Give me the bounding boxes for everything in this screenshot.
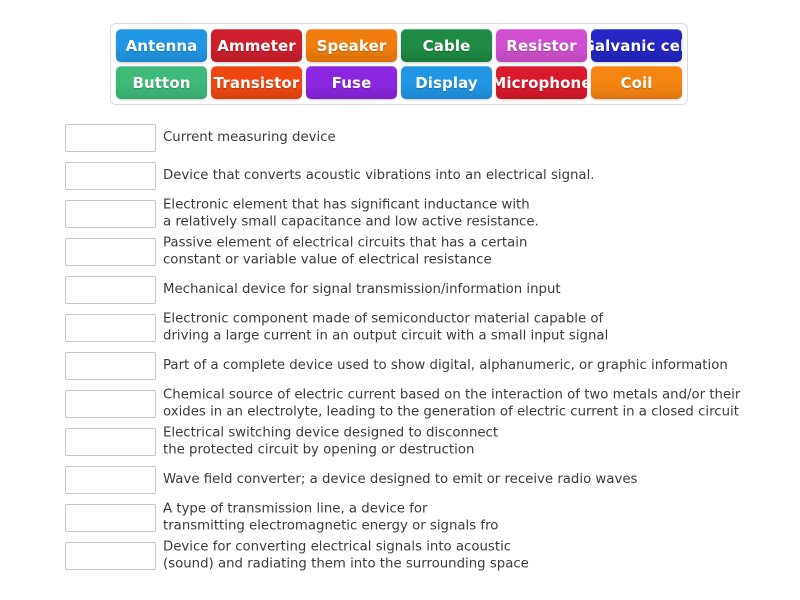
word-tile[interactable]: Button [116,66,207,99]
definition-row: A type of transmission line, a device fo… [0,499,800,537]
definition-row: Current measuring device [0,119,800,157]
definition-row: Passive element of electrical circuits t… [0,233,800,271]
word-tile[interactable]: Coil [591,66,682,99]
word-tile[interactable]: Galvanic cell [591,29,682,62]
definition-row: Part of a complete device used to show d… [0,347,800,385]
definition-text: Electronic component made of semiconduct… [163,311,609,344]
definition-text: Device that converts acoustic vibrations… [163,167,595,183]
word-tile[interactable]: Fuse [306,66,397,99]
definition-text: Device for converting electrical signals… [163,539,529,572]
definition-row: Electrical switching device designed to … [0,423,800,461]
answer-drop-box[interactable] [65,542,156,570]
definition-row: Electronic component made of semiconduct… [0,309,800,347]
answer-drop-box[interactable] [65,390,156,418]
word-tile[interactable]: Resistor [496,29,587,62]
definition-text: A type of transmission line, a device fo… [163,501,499,534]
definition-row: Electronic element that has significant … [0,195,800,233]
definition-row: Mechanical device for signal transmissio… [0,271,800,309]
definition-text: Mechanical device for signal transmissio… [163,281,561,297]
word-tile[interactable]: Antenna [116,29,207,62]
definition-text: Electronic element that has significant … [163,197,539,230]
answer-drop-box[interactable] [65,276,156,304]
word-tile[interactable]: Speaker [306,29,397,62]
definition-text: Part of a complete device used to show d… [163,357,728,373]
word-tile[interactable]: Transistor [211,66,302,99]
word-tile[interactable]: Cable [401,29,492,62]
answer-drop-box[interactable] [65,238,156,266]
answer-drop-box[interactable] [65,466,156,494]
answer-drop-box[interactable] [65,124,156,152]
definition-list: Current measuring device Device that conv… [0,119,800,575]
answer-drop-box[interactable] [65,504,156,532]
definition-row: Chemical source of electric current base… [0,385,800,423]
word-bank: AntennaAmmeterSpeakerCableResistorGalvan… [110,23,688,105]
definition-text: Wave field converter; a device designed … [163,471,638,487]
definition-row: Device that converts acoustic vibrations… [0,157,800,195]
word-bank-row: Button Transistor Fuse Display Microphone Coi… [116,66,682,99]
definition-row: Wave field converter; a device designed … [0,461,800,499]
definition-row: Device for converting electrical signals… [0,537,800,575]
definition-text: Electrical switching device designed to … [163,425,499,458]
word-tile[interactable]: Microphone [496,66,587,99]
word-tile[interactable]: Ammeter [211,29,302,62]
word-bank-row: AntennaAmmeterSpeakerCableResistorGalvan… [116,29,682,62]
word-tile[interactable]: Display [401,66,492,99]
answer-drop-box[interactable] [65,428,156,456]
definition-text: Current measuring device [163,129,336,145]
definition-text: Passive element of electrical circuits t… [163,235,528,268]
definition-text: Chemical source of electric current base… [163,387,741,420]
answer-drop-box[interactable] [65,162,156,190]
answer-drop-box[interactable] [65,200,156,228]
answer-drop-box[interactable] [65,352,156,380]
answer-drop-box[interactable] [65,314,156,342]
